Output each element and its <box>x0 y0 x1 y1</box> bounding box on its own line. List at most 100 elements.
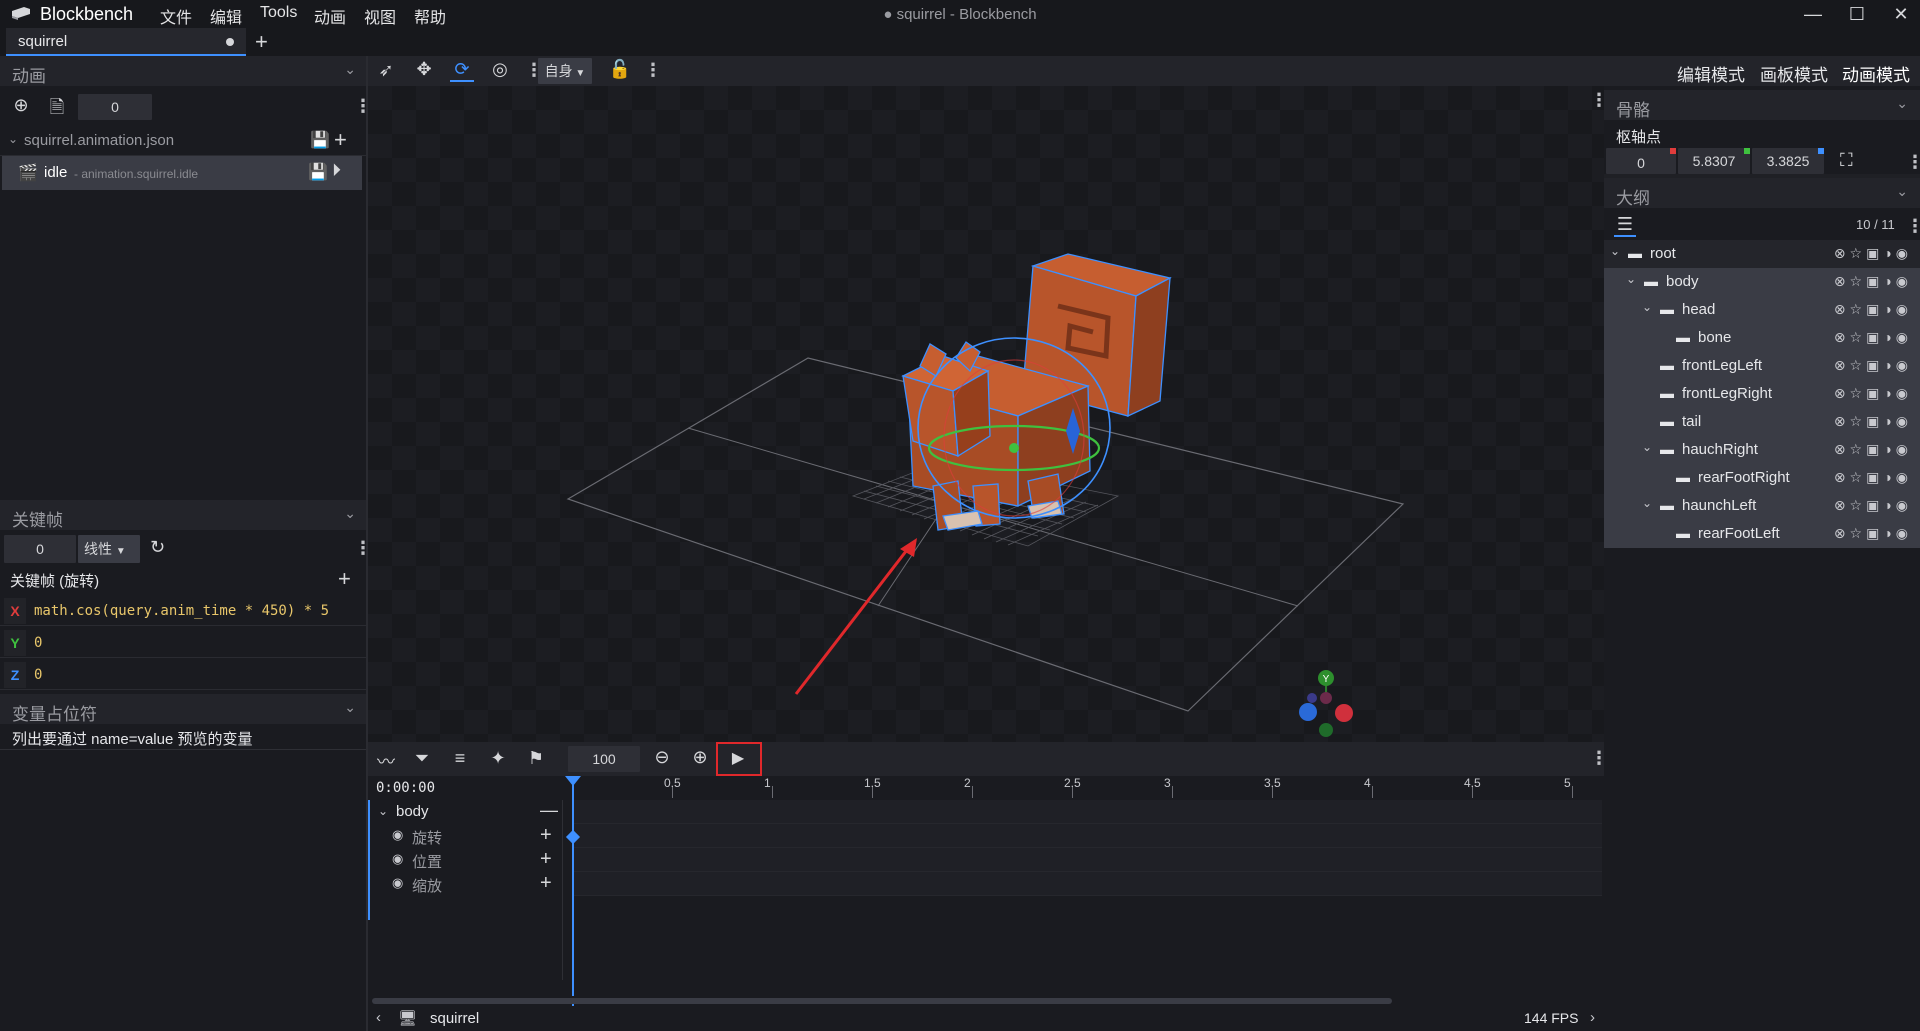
sidebar-toggle-icon[interactable]: ‹ <box>376 1009 381 1026</box>
outliner-toggle-icons[interactable]: ⊗☆▣◑◉ <box>1834 469 1912 486</box>
transform-space-select[interactable]: 自身 ▼ <box>538 58 592 84</box>
more-options-icon[interactable]: ⋮ <box>1906 152 1920 173</box>
outliner-toggle-icons[interactable]: ⊗☆▣◑◉ <box>1834 273 1912 290</box>
outliner-item[interactable]: ▬ rearFootLeft ⊗☆▣◑◉ <box>1604 520 1920 548</box>
interpolation-select[interactable]: 线性 ▼ <box>78 535 140 563</box>
graph-editor-icon[interactable]: 〰 <box>374 748 398 774</box>
chevron-down-icon[interactable]: ⌄ <box>1896 95 1908 112</box>
add-icon[interactable]: + <box>334 127 347 153</box>
pivot-y-input[interactable]: 5.8307 <box>1678 148 1750 174</box>
pivot-z-input[interactable]: 3.3825 <box>1752 148 1824 174</box>
bone-panel-header[interactable]: 骨骼 ⌄ <box>1604 90 1920 120</box>
mode-edit[interactable]: 编辑模式 <box>1677 61 1745 86</box>
outliner-header[interactable]: 大纲 ⌄ <box>1604 178 1920 208</box>
outliner-list-icon[interactable]: ☰ <box>1614 214 1636 237</box>
playhead[interactable] <box>572 782 574 1006</box>
eye-icon[interactable]: ◉ <box>392 827 403 843</box>
3d-viewport[interactable]: Y ⋮ <box>368 86 1604 742</box>
eye-icon[interactable]: ◉ <box>392 875 403 891</box>
chevron-down-icon[interactable]: ⌄ <box>1642 496 1652 510</box>
chevron-down-icon[interactable]: ⌄ <box>1642 300 1652 314</box>
keyframe-panel-header[interactable]: 关键帧 ⌄ <box>0 500 368 530</box>
load-file-icon[interactable]: 🗎 <box>46 95 68 125</box>
pivot-x-input[interactable]: 0 <box>1606 148 1676 174</box>
more-options-icon[interactable]: ⋮ <box>1590 748 1608 769</box>
timeline-channel-track[interactable] <box>572 848 1602 872</box>
reset-icon[interactable]: ↻ <box>150 537 165 558</box>
save-icon[interactable]: 💾 <box>308 162 328 182</box>
timeline-channel-row[interactable]: ◉ 旋转 + <box>370 824 1602 848</box>
marker-flag-icon[interactable]: ⚑ <box>524 748 548 769</box>
save-icon[interactable]: 💾 <box>310 130 330 150</box>
outliner-item[interactable]: ▬ frontLegLeft ⊗☆▣◑◉ <box>1604 352 1920 380</box>
chevron-down-icon[interactable]: ⌄ <box>1610 244 1620 258</box>
filter-icon[interactable]: ⏷ <box>410 748 434 769</box>
outliner-item[interactable]: ⌄ ▬ hauchRight ⊗☆▣◑◉ <box>1604 436 1920 464</box>
chevron-down-icon[interactable]: ⌄ <box>378 804 388 818</box>
variables-panel-header[interactable]: 变量占位符 ⌄ <box>0 694 368 724</box>
outliner-toggle-icons[interactable]: ⊗☆▣◑◉ <box>1834 385 1912 402</box>
keyframe-time-input[interactable]: 0 <box>4 535 76 563</box>
new-tab-icon[interactable]: + <box>255 29 268 55</box>
center-pivot-icon[interactable]: ⛶ <box>1840 150 1853 171</box>
pivot-tool-icon[interactable]: ◎ <box>488 59 512 80</box>
outliner-toggle-icons[interactable]: ⊗☆▣◑◉ <box>1834 441 1912 458</box>
outliner-item[interactable]: ⌄ ▬ haunchLeft ⊗☆▣◑◉ <box>1604 492 1920 520</box>
outliner-toggle-icons[interactable]: ⊗☆▣◑◉ <box>1834 245 1912 262</box>
unsaved-dot-icon[interactable] <box>226 38 234 46</box>
outliner-item[interactable]: ▬ tail ⊗☆▣◑◉ <box>1604 408 1920 436</box>
timeline-group-body[interactable]: ⌄ body — <box>370 800 562 824</box>
animation-file-row[interactable]: ⌄ squirrel.animation.json 💾 + <box>0 126 368 156</box>
chevron-down-icon[interactable]: ⌄ <box>344 699 356 716</box>
close-icon[interactable]: ✕ <box>1890 4 1912 24</box>
collapse-icon[interactable]: — <box>540 800 558 821</box>
chevron-down-icon[interactable]: ⌄ <box>1642 440 1652 454</box>
outliner-toggle-icons[interactable]: ⊗☆▣◑◉ <box>1834 413 1912 430</box>
add-keyframe-icon[interactable]: + <box>540 824 552 847</box>
keyframe-value-input[interactable]: math.cos(query.anim_time * 450) * 5 <box>34 603 329 619</box>
outliner-item[interactable]: ▬ rearFootRight ⊗☆▣◑◉ <box>1604 464 1920 492</box>
mode-paint[interactable]: 画板模式 <box>1760 61 1828 86</box>
resize-tool-icon[interactable]: ✥ <box>412 59 436 80</box>
more-options-icon[interactable]: ⋮ <box>1906 216 1920 237</box>
outliner-item[interactable]: ▬ frontLegRight ⊗☆▣◑◉ <box>1604 380 1920 408</box>
variables-input[interactable]: 列出要通过 name=value 预览的变量 <box>0 726 366 750</box>
lock-icon[interactable]: 🔓 <box>608 59 632 80</box>
timeline-channel-track[interactable] <box>572 872 1602 896</box>
more-options-icon[interactable]: ⋮ <box>1590 90 1604 111</box>
playback-speed-input[interactable]: 100 <box>568 746 640 772</box>
outliner-item[interactable]: ⌄ ▬ root ⊗☆▣◑◉ <box>1604 240 1920 268</box>
tab-squirrel[interactable]: squirrel <box>6 28 246 56</box>
maximize-icon[interactable]: ☐ <box>1846 4 1868 24</box>
sidebar-toggle-icon[interactable]: › <box>1590 1009 1595 1026</box>
timeline-scrollbar-thumb[interactable] <box>372 998 1392 1004</box>
next-frame-icon[interactable]: ⊕ <box>688 747 712 768</box>
timeline-channel-row[interactable]: ◉ 位置 + <box>370 848 1602 872</box>
chevron-down-icon[interactable]: ⌄ <box>1626 272 1636 286</box>
outliner-toggle-icons[interactable]: ⊗☆▣◑◉ <box>1834 329 1912 346</box>
play-circle-icon[interactable]: ⏵ <box>332 160 341 181</box>
add-keyframe-icon[interactable]: + <box>540 872 552 895</box>
timeline-channel-row[interactable]: ◉ 缩放 + <box>370 872 1602 896</box>
eye-icon[interactable]: ◉ <box>392 851 403 867</box>
more-options-icon[interactable]: ⋮ <box>644 60 662 81</box>
animation-time-input[interactable]: 0 <box>78 94 152 120</box>
add-animation-icon[interactable]: ⊕ <box>10 95 32 116</box>
timeline-ruler[interactable]: 0.5 1 1.5 2 2.5 3 3.5 4 4.5 5 <box>572 776 1604 798</box>
outliner-item[interactable]: ⌄ ▬ head ⊗☆▣◑◉ <box>1604 296 1920 324</box>
previous-frame-icon[interactable]: ⊖ <box>650 747 674 768</box>
keyframe-value-input[interactable]: 0 <box>34 667 42 683</box>
add-data-point-icon[interactable]: + <box>338 566 351 592</box>
rotate-tool-icon[interactable]: ⟳ <box>450 59 474 82</box>
outliner-toggle-icons[interactable]: ⊗☆▣◑◉ <box>1834 497 1912 514</box>
animation-item-idle[interactable]: 🎬 idle - animation.squirrel.idle 💾 ⏵ <box>2 156 362 190</box>
outliner-toggle-icons[interactable]: ⊗☆▣◑◉ <box>1834 525 1912 542</box>
timeline-channel-track[interactable] <box>572 824 1602 848</box>
outliner-item[interactable]: ▬ bone ⊗☆▣◑◉ <box>1604 324 1920 352</box>
outliner-toggle-icons[interactable]: ⊗☆▣◑◉ <box>1834 357 1912 374</box>
playhead-handle[interactable] <box>565 776 581 786</box>
animation-panel-header[interactable]: 动画 ⌄ <box>0 56 368 86</box>
keyframe-value-input[interactable]: 0 <box>34 635 42 651</box>
chevron-down-icon[interactable]: ⌄ <box>344 61 356 78</box>
play-icon[interactable]: ▶ <box>726 748 750 768</box>
